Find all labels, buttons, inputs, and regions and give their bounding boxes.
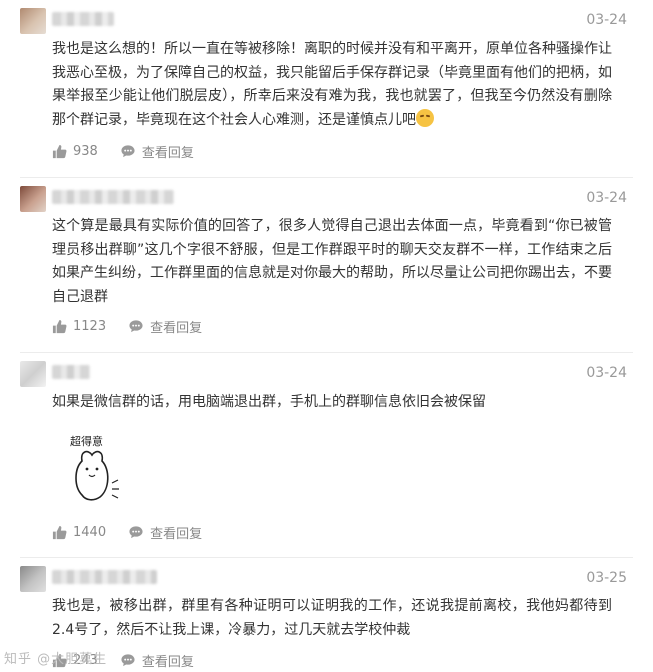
smug-face-emoji-icon [416,108,434,127]
view-replies-link[interactable]: 查看回复 [142,651,194,670]
comment-text: 如果是微信群的话，用电脑端退出群，手机上的群聊信息依旧会被保留 [52,394,486,410]
like-count: 938 [73,143,98,159]
thumbs-up-icon[interactable] [52,144,67,159]
avatar[interactable] [20,566,46,592]
username-blurred[interactable] [52,12,114,26]
like-count: 1123 [73,318,107,334]
comment-2: 03-24 这个算是最具有实际价值的回答了，很多人觉得自己退出去体面一点，毕竟看… [0,178,653,353]
speech-bubble-icon[interactable] [120,144,136,159]
comment-actions: 938 查看回复 [52,142,194,161]
sticker-image: 超得意 [70,434,119,501]
view-replies-link[interactable]: 查看回复 [142,142,194,161]
view-replies-link[interactable]: 查看回复 [150,317,202,336]
speech-bubble-icon[interactable] [120,653,136,668]
comment-date: 03-24 [586,190,627,206]
sticker-caption: 超得意 [70,434,103,448]
comment-date: 03-24 [586,365,627,381]
comment-text: 我也是，被移出群，群里有各种证明可以证明我的工作，还说我提前离校，我他妈都待到2… [52,598,612,638]
watermark: 知乎 @大胆莫生 [4,652,108,667]
avatar[interactable] [20,186,46,212]
comment-3: 03-24 如果是微信群的话，用电脑端退出群，手机上的群聊信息依旧会被保留 超得… [0,353,653,558]
username-blurred[interactable] [52,570,157,584]
username-blurred[interactable] [52,190,174,204]
comment-1: 03-24 我也是这么想的！所以一直在等被移除！离职的时候并没有和平离开，原单位… [0,0,653,178]
like-count: 1440 [73,524,107,540]
comment-date: 03-24 [586,12,627,28]
thumbs-up-icon[interactable] [52,319,67,334]
comment-actions: 1123 查看回复 [52,317,202,336]
speech-bubble-icon[interactable] [128,319,144,334]
username-blurred[interactable] [52,365,90,379]
comment-text: 我也是这么想的！所以一直在等被移除！离职的时候并没有和平离开，原单位各种骚操作让… [52,38,612,132]
thumbs-up-icon[interactable] [52,525,67,540]
comment-text: 这个算是最具有实际价值的回答了，很多人觉得自己退出去体面一点，毕竟看到“你已被管… [52,218,612,305]
comment-actions: 1440 查看回复 [52,523,202,542]
avatar[interactable] [20,361,46,387]
avatar[interactable] [20,8,46,34]
comment-text-content: 我也是这么想的！所以一直在等被移除！离职的时候并没有和平离开，原单位各种骚操作让… [52,41,612,128]
speech-bubble-icon[interactable] [128,525,144,540]
comment-date: 03-25 [586,570,627,586]
view-replies-link[interactable]: 查看回复 [150,523,202,542]
